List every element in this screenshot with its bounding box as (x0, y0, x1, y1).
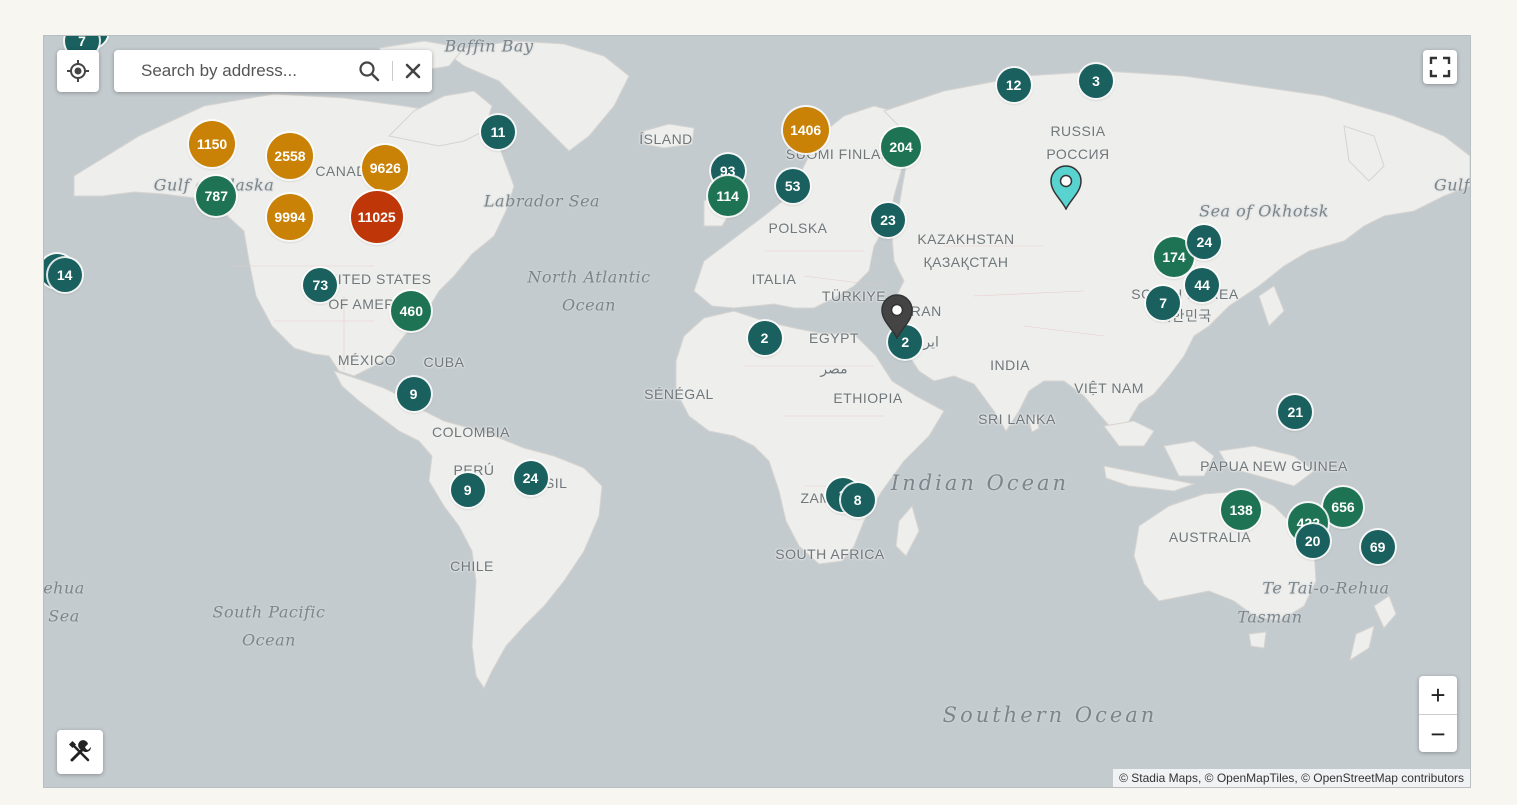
fullscreen-button[interactable] (1423, 50, 1457, 84)
map-label-sea-left: Sea (48, 606, 80, 626)
location-pin-icon (880, 294, 913, 341)
cluster-marker-us-northeast[interactable]: 9626 (362, 145, 409, 192)
cluster-marker-papua[interactable]: 21 (1278, 394, 1313, 429)
cluster-marker-spain-b[interactable]: 114 (707, 176, 748, 217)
map-label-kazakhstan-kz: ҚАЗАҚСТАН (923, 254, 1009, 270)
search-input[interactable] (114, 60, 348, 82)
map-label-gulf-right: Gulf (1433, 175, 1471, 195)
map-label-colombia: COLOMBIA (432, 424, 510, 440)
zoom-in-button[interactable]: + (1419, 676, 1457, 715)
cluster-marker-black-sea[interactable]: 204 (881, 127, 921, 168)
cluster-marker-aus-east[interactable]: 656 (1323, 487, 1363, 528)
cluster-marker-west-africa[interactable]: 2 (747, 320, 782, 355)
india-pin[interactable] (1049, 164, 1083, 215)
cluster-marker-new-zealand[interactable]: 69 (1360, 529, 1395, 564)
cluster-marker-hawaii-b[interactable]: 14 (47, 258, 82, 293)
map-label-cuba: CUBA (423, 354, 465, 370)
map-label-papua: PAPUA NEW GUINEA (1200, 458, 1348, 474)
map-label-island: ÍSLAND (639, 131, 693, 147)
map-label-russia-ru: РОССИЯ (1046, 146, 1110, 162)
cluster-marker-aus-tas[interactable]: 20 (1295, 524, 1330, 559)
cluster-marker-italy[interactable]: 53 (775, 169, 810, 204)
africa-pin[interactable] (880, 293, 914, 344)
cluster-marker-russia-siberia[interactable]: 3 (1079, 64, 1113, 99)
search-box (114, 50, 432, 92)
map-label-baffin-bay: Baffin Bay (444, 36, 534, 56)
tools-icon (68, 740, 91, 762)
map-label-polska: POLSKA (768, 220, 828, 236)
cluster-marker-caribbean[interactable]: 460 (391, 291, 432, 332)
map-label-egypt: EGYPT (809, 330, 859, 346)
map-label-turkiye: TÜRKIYE (821, 288, 887, 304)
locate-button[interactable] (57, 50, 99, 92)
map-label-italia: ITALIA (751, 271, 797, 287)
cluster-marker-kazakhstan-a[interactable]: 12 (996, 67, 1031, 102)
cluster-marker-chile[interactable]: 9 (450, 472, 485, 507)
map-label-kazakhstan: KAZAKHSTAN (917, 231, 1015, 247)
map-label-indian-ocean: Indian Ocean (890, 471, 1070, 495)
cluster-marker-us-central[interactable]: 2558 (267, 133, 313, 180)
search-icon (359, 61, 380, 82)
cluster-marker-us-southeast[interactable]: 11025 (350, 191, 403, 244)
map-label-mexico: MÉXICO (337, 352, 397, 368)
fullscreen-icon (1429, 56, 1451, 78)
cluster-marker-peru[interactable]: 9 (396, 377, 431, 412)
cluster-marker-canada-east[interactable]: 11 (481, 114, 515, 149)
cluster-marker-philippines[interactable]: 44 (1185, 268, 1220, 303)
cluster-marker-us-west[interactable]: 1150 (189, 121, 235, 168)
map-label-ocean-sp: Ocean (242, 630, 296, 650)
map-land-layer (73, 40, 1470, 690)
map-label-southern-ocean: Southern Ocean (942, 703, 1158, 727)
zoom-control: + − (1419, 676, 1457, 752)
map-label-ocean-na: Ocean (562, 295, 616, 315)
map-label-south-pacific: South Pacific (212, 602, 326, 622)
crosshair-icon (67, 60, 89, 82)
cluster-marker-brazil-south[interactable]: 24 (513, 460, 548, 495)
search-button[interactable] (358, 60, 380, 82)
map-label-chile: CHILE (450, 558, 494, 574)
cluster-marker-mexico[interactable]: 73 (303, 268, 338, 303)
clear-search-button[interactable] (405, 63, 421, 79)
map-canvas[interactable]: Baffin BayÍSLANDCANADAGulf of AlaskaLabr… (43, 35, 1471, 788)
map-label-sri-lanka: SRI LANKA (978, 411, 1056, 427)
map-label-india: INDIA (990, 357, 1030, 373)
map-label-te-tai: Te Tai-o-Rehua (1262, 578, 1390, 598)
map-label-russia: RUSSIA (1050, 123, 1106, 139)
close-icon (405, 63, 421, 79)
map-label-north-atlantic: North Atlantic (527, 267, 651, 287)
map-label-rehua: ehua (43, 578, 85, 598)
map-label-senegal: SÉNÉGAL (644, 386, 714, 402)
tools-button[interactable] (57, 730, 103, 774)
map-label-egypt-ar: مصر (820, 360, 848, 377)
map-label-australia: AUSTRALIA (1168, 529, 1252, 545)
location-pin-icon (1049, 164, 1082, 211)
cluster-marker-us-california[interactable]: 787 (196, 176, 237, 217)
search-divider (392, 61, 393, 81)
cluster-marker-us-south[interactable]: 9994 (267, 194, 313, 241)
map-label-tasman: Tasman (1237, 607, 1303, 627)
map-label-viet-nam: VIỆT NAM (1074, 380, 1144, 396)
cluster-marker-south-africa-b[interactable]: 8 (840, 482, 875, 517)
map-attribution[interactable]: © Stadia Maps, © OpenMapTiles, © OpenStr… (1113, 769, 1470, 787)
cluster-marker-vietnam[interactable]: 7 (1146, 285, 1181, 320)
map-label-labrador-sea: Labrador Sea (483, 191, 601, 211)
zoom-out-button[interactable]: − (1419, 715, 1457, 753)
map-label-ethiopia: ETHIOPIA (833, 390, 903, 406)
cluster-marker-east-asia[interactable]: 24 (1187, 225, 1222, 260)
cluster-marker-middle-east[interactable]: 23 (871, 202, 905, 237)
map-label-sea-okhotsk: Sea of Okhotsk (1199, 201, 1329, 221)
map-label-south-africa: SOUTH AFRICA (775, 546, 885, 562)
cluster-marker-europe[interactable]: 1406 (782, 106, 829, 153)
cluster-marker-aus-west[interactable]: 138 (1221, 489, 1262, 530)
